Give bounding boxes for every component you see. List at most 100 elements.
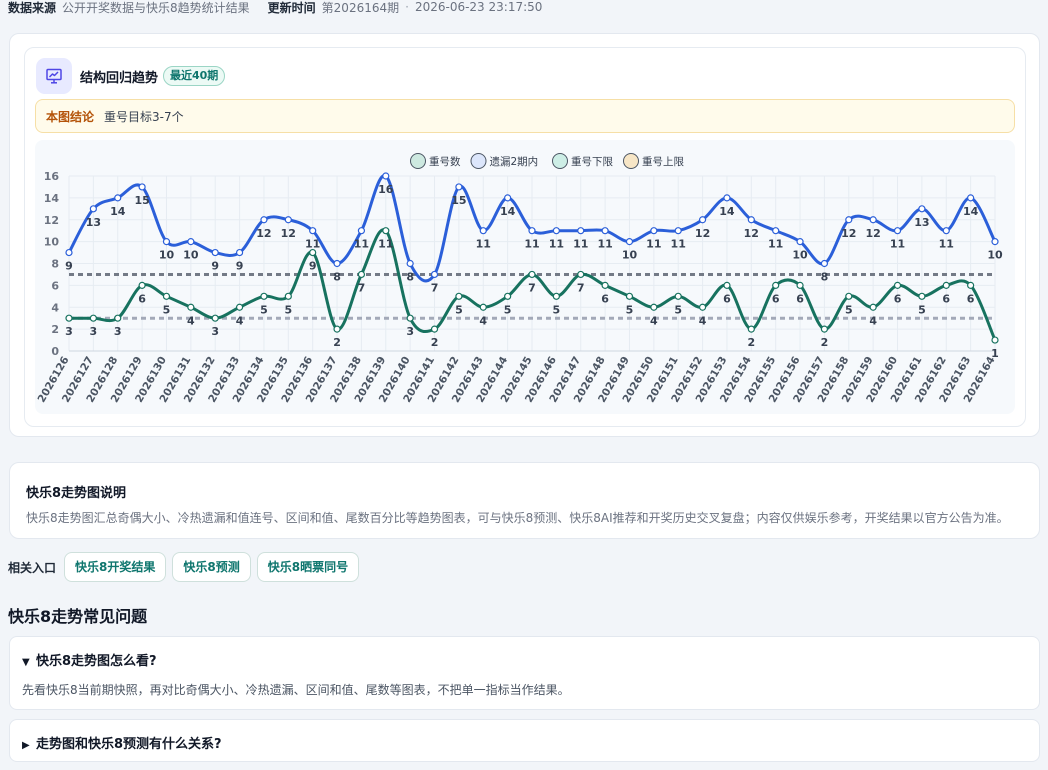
data-point-missing-within-2 — [625, 238, 634, 246]
data-point-missing-within-2 — [723, 194, 731, 202]
data-label-missing-within-2: 11 — [768, 238, 783, 251]
data-label-repeat-count: 9 — [309, 260, 317, 273]
data-point-repeat-count — [918, 292, 926, 300]
caret-right-icon: ▶ — [22, 740, 30, 751]
trend-chart: 0246810121416202612620261272026128202612… — [36, 153, 1003, 405]
data-point-missing-within-2 — [967, 194, 975, 202]
data-label-repeat-count: 4 — [479, 314, 487, 327]
data-label-missing-within-2: 11 — [573, 238, 588, 251]
legend-swatch — [410, 153, 426, 169]
data-label-repeat-count: 5 — [504, 303, 512, 316]
data-label-repeat-count: 3 — [211, 325, 219, 338]
data-point-missing-within-2 — [260, 216, 268, 224]
data-point-repeat-count — [625, 292, 634, 300]
data-point-missing-within-2 — [772, 227, 780, 235]
faq-question[interactable]: ▶ 走势图和快乐8预测有什么关系? — [22, 733, 222, 752]
data-point-repeat-count — [235, 303, 244, 311]
data-point-repeat-count — [504, 292, 512, 300]
data-point-missing-within-2 — [284, 216, 292, 224]
data-label-missing-within-2: 15 — [451, 194, 466, 207]
data-label-repeat-count: 5 — [163, 303, 171, 316]
data-label-missing-within-2: 10 — [987, 249, 1003, 262]
faq-answer: 先看快乐8当前期快照，再对比奇偶大小、冷热遗漏、区间和值、尾数等图表，不把单一指… — [22, 683, 570, 697]
data-label-missing-within-2: 12 — [841, 227, 856, 240]
data-label-missing-within-2: 14 — [719, 205, 735, 218]
data-label-repeat-count: 5 — [284, 303, 292, 316]
data-label-missing-within-2: 12 — [256, 227, 271, 240]
data-point-missing-within-2 — [138, 183, 146, 191]
data-point-missing-within-2 — [479, 227, 487, 235]
data-label-missing-within-2: 11 — [305, 238, 320, 251]
data-point-missing-within-2 — [162, 238, 171, 246]
data-label-repeat-count: 1 — [991, 347, 999, 360]
link-draw-results[interactable]: 快乐8开奖结果 — [64, 552, 167, 582]
update-time: 2026-06-23 23:17:50 — [414, 0, 543, 14]
data-point-missing-within-2 — [991, 238, 999, 246]
legend-swatch — [470, 153, 487, 169]
faq-heading: 快乐8走势常见问题 — [8, 607, 148, 626]
data-point-missing-within-2 — [845, 216, 853, 224]
link-ticket-share[interactable]: 快乐8晒票同号 — [256, 552, 360, 582]
chart-presentation-icon — [36, 58, 72, 94]
description-text: 快乐8走势图汇总奇偶大小、冷热遗漏和值连号、区间和值、尾数百分比等趋势图表，可与… — [26, 511, 1009, 525]
data-point-repeat-count — [869, 303, 877, 311]
data-point-missing-within-2 — [504, 194, 512, 202]
data-label-missing-within-2: 8 — [333, 271, 341, 284]
data-label-missing-within-2: 11 — [646, 238, 661, 251]
legend-label: 重号下限 — [571, 155, 613, 168]
data-point-missing-within-2 — [893, 227, 902, 235]
data-point-missing-within-2 — [187, 238, 195, 246]
legend-label: 重号数 — [429, 155, 461, 168]
data-point-missing-within-2 — [455, 183, 463, 191]
legend-swatch — [623, 153, 639, 169]
data-point-repeat-count — [893, 281, 902, 289]
trend-panel: 结构回归趋势 最近40期 本图结论 重号目标3-7个 0 2 4 6 8 10 12 14 16… — [9, 33, 1040, 437]
data-label-repeat-count: 6 — [894, 292, 902, 305]
data-label-missing-within-2: 16 — [378, 183, 394, 196]
data-point-repeat-count — [967, 281, 975, 289]
faq-question-text: 走势图和快乐8预测有什么关系? — [36, 737, 222, 752]
faq-item-expanded: ▼ 快乐8走势图怎么看? 先看快乐8当前期快照，再对比奇偶大小、冷热遗漏、区间和值… — [9, 636, 1040, 710]
data-label-missing-within-2: 11 — [354, 238, 369, 251]
data-label-missing-within-2: 12 — [281, 227, 296, 240]
data-point-repeat-count — [723, 281, 731, 289]
data-point-missing-within-2 — [869, 216, 877, 224]
y-tick-label: 8 — [51, 258, 59, 271]
data-label-repeat-count: 2 — [333, 336, 341, 349]
data-point-missing-within-2 — [650, 227, 658, 235]
data-label-repeat-count: 11 — [378, 238, 393, 251]
data-point-repeat-count — [820, 325, 829, 333]
trend-card: 结构回归趋势 最近40期 本图结论 重号目标3-7个 0 2 4 6 8 10 12 14 16… — [24, 47, 1026, 427]
data-point-missing-within-2 — [552, 227, 560, 235]
data-label-repeat-count: 6 — [967, 292, 975, 305]
link-prediction[interactable]: 快乐8预测 — [172, 552, 251, 582]
data-label-missing-within-2: 10 — [792, 249, 808, 262]
data-point-repeat-count — [772, 281, 780, 289]
data-label-missing-within-2: 9 — [65, 260, 73, 273]
data-point-missing-within-2 — [796, 238, 804, 246]
data-label-missing-within-2: 14 — [500, 205, 516, 218]
data-label-repeat-count: 2 — [431, 336, 439, 349]
data-point-repeat-count — [382, 227, 390, 235]
data-label-repeat-count: 3 — [114, 325, 122, 338]
data-point-repeat-count — [430, 325, 439, 333]
data-label-missing-within-2: 8 — [406, 271, 414, 284]
data-label-repeat-count: 5 — [845, 303, 853, 316]
data-point-missing-within-2 — [601, 227, 609, 235]
data-label-missing-within-2: 8 — [821, 271, 829, 284]
data-point-missing-within-2 — [942, 227, 950, 235]
data-label-repeat-count: 4 — [869, 314, 877, 327]
data-point-missing-within-2 — [89, 205, 97, 213]
data-label-missing-within-2: 12 — [695, 227, 710, 240]
data-label-missing-within-2: 14 — [110, 205, 126, 218]
data-point-missing-within-2 — [698, 216, 707, 224]
data-point-repeat-count — [528, 270, 536, 279]
data-point-missing-within-2 — [577, 227, 585, 235]
data-label-repeat-count: 6 — [138, 292, 146, 305]
data-label-repeat-count: 4 — [699, 314, 707, 327]
data-point-repeat-count — [942, 281, 950, 289]
faq-question[interactable]: ▼ 快乐8走势图怎么看? — [22, 650, 157, 669]
source-value: 公开开奖数据与快乐8趋势统计结果 — [62, 0, 250, 15]
data-point-missing-within-2 — [65, 248, 73, 257]
data-label-missing-within-2: 10 — [183, 249, 199, 262]
